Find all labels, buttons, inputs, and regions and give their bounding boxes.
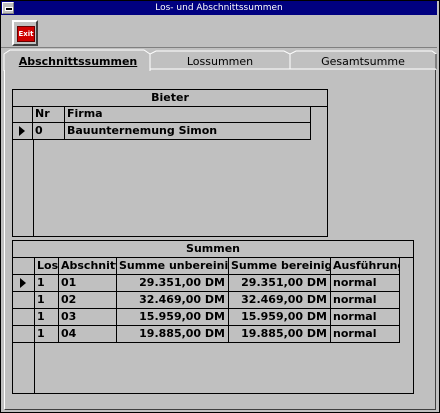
toolbar bbox=[1, 16, 437, 48]
current-row-arrow-icon bbox=[19, 126, 25, 136]
bieter-column-line bbox=[33, 140, 34, 236]
current-row-arrow-icon bbox=[20, 278, 26, 288]
exit-button[interactable]: Exit bbox=[12, 20, 38, 46]
row-indicator bbox=[13, 123, 33, 140]
summen-col-bereinigt: Summe bereinigt bbox=[229, 258, 331, 275]
row-indicator bbox=[13, 275, 35, 292]
bieter-col-nr: Nr bbox=[33, 106, 65, 123]
summen-cell-abschnitt[interactable]: 03 bbox=[59, 309, 117, 326]
tab-abschnittssummen[interactable]: Abschnittssummen bbox=[8, 52, 148, 71]
bieter-title: Bieter bbox=[13, 90, 327, 107]
tab-gesamtsumme[interactable]: Gesamtsumme bbox=[292, 52, 434, 71]
summen-cell-abschnitt[interactable]: 02 bbox=[59, 292, 117, 309]
row-indicator bbox=[13, 309, 35, 326]
summen-cell-bereinigt[interactable]: 19.885,00 DM bbox=[229, 326, 331, 343]
summen-cell-ausfuehrung[interactable]: normal bbox=[331, 275, 400, 292]
row-indicator bbox=[13, 326, 35, 343]
summen-indicator-header bbox=[13, 258, 35, 275]
summen-cell-los[interactable]: 1 bbox=[35, 292, 59, 309]
summen-cell-ausfuehrung[interactable]: normal bbox=[331, 326, 400, 343]
exit-icon: Exit bbox=[17, 26, 35, 42]
summen-cell-unbereinigt[interactable]: 19.885,00 DM bbox=[117, 326, 229, 343]
tab-lossummen[interactable]: Lossummen bbox=[152, 52, 288, 71]
row-indicator bbox=[13, 292, 35, 309]
window-title: Los- und Abschnittssummen bbox=[1, 1, 437, 15]
summen-cell-los[interactable]: 1 bbox=[35, 309, 59, 326]
summen-col-los: Los bbox=[35, 258, 59, 275]
summen-cell-abschnitt[interactable]: 04 bbox=[59, 326, 117, 343]
summen-cell-bereinigt[interactable]: 32.469,00 DM bbox=[229, 292, 331, 309]
summen-cell-unbereinigt[interactable]: 15.959,00 DM bbox=[117, 309, 229, 326]
summen-title: Summen bbox=[13, 241, 413, 258]
system-menu-icon bbox=[5, 7, 13, 11]
summen-column-line bbox=[34, 343, 35, 393]
summen-cell-unbereinigt[interactable]: 29.351,00 DM bbox=[117, 275, 229, 292]
summen-cell-ausfuehrung[interactable]: normal bbox=[331, 292, 400, 309]
bieter-indicator-header bbox=[13, 106, 33, 123]
summen-cell-bereinigt[interactable]: 15.959,00 DM bbox=[229, 309, 331, 326]
bieter-cell-firma[interactable]: Bauunternemung Simon bbox=[65, 123, 311, 140]
system-menu-button[interactable] bbox=[2, 2, 14, 14]
summen-col-abschnitt: Abschnitt bbox=[59, 258, 117, 275]
summen-cell-los[interactable]: 1 bbox=[35, 326, 59, 343]
summen-col-unbereinigt: Summe unbereinigt bbox=[117, 258, 229, 275]
bieter-cell-nr[interactable]: 0 bbox=[33, 123, 65, 140]
summen-col-ausfuehrung: Ausführung bbox=[331, 258, 400, 275]
bieter-grid[interactable]: Bieter Nr Firma 0 Bauunternemung Simon bbox=[12, 89, 328, 237]
summen-cell-bereinigt[interactable]: 29.351,00 DM bbox=[229, 275, 331, 292]
summen-cell-abschnitt[interactable]: 01 bbox=[59, 275, 117, 292]
summen-grid[interactable]: Summen Los Abschnitt Summe unbereinigt S… bbox=[12, 240, 414, 394]
summen-cell-los[interactable]: 1 bbox=[35, 275, 59, 292]
summen-cell-ausfuehrung[interactable]: normal bbox=[331, 309, 400, 326]
bieter-col-firma: Firma bbox=[65, 106, 311, 123]
summen-cell-unbereinigt[interactable]: 32.469,00 DM bbox=[117, 292, 229, 309]
